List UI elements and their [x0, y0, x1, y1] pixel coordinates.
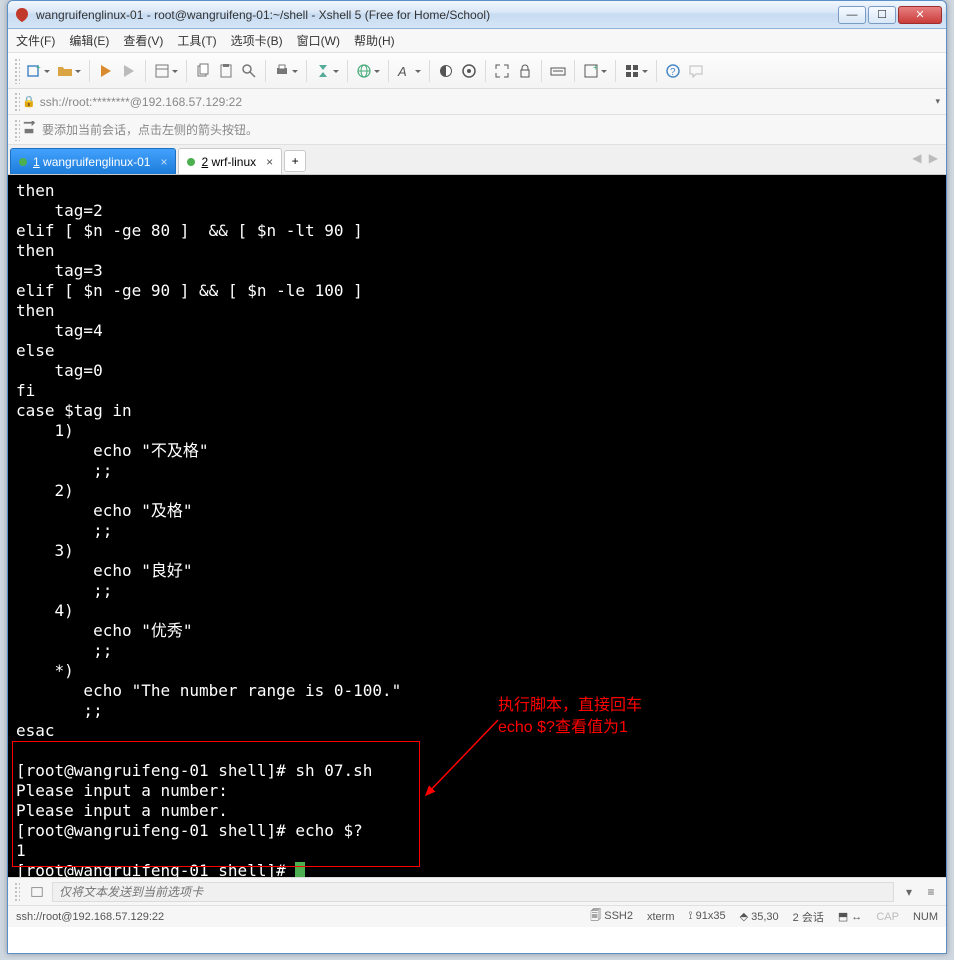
- hint-text: 要添加当前会话，点击左侧的箭头按钮。: [42, 121, 258, 138]
- menu-window[interactable]: 窗口(W): [297, 32, 340, 49]
- menu-edit[interactable]: 编辑(E): [69, 32, 109, 49]
- keyboard-button[interactable]: [547, 58, 569, 84]
- menu-help[interactable]: 帮助(H): [354, 32, 395, 49]
- status-size: ⟟ 91x35: [688, 910, 725, 923]
- input-grip[interactable]: [14, 882, 20, 902]
- tab-2[interactable]: 2 wrf-linux ×: [178, 148, 282, 174]
- dropdown-icon[interactable]: ▾: [935, 96, 940, 107]
- window-buttons: — ☐ ✕: [838, 6, 942, 24]
- app-window: wangruifenglinux-01 - root@wangruifeng-0…: [7, 0, 947, 954]
- new-session-button[interactable]: +: [23, 58, 53, 84]
- svg-text:A: A: [397, 64, 407, 79]
- status-connection: ssh://root@192.168.57.129:22: [16, 911, 576, 923]
- status-sessions: 2 会话: [793, 909, 824, 925]
- properties-button[interactable]: [151, 58, 181, 84]
- help-button[interactable]: ?: [662, 58, 684, 84]
- svg-text:+: +: [36, 63, 41, 72]
- find-button[interactable]: [238, 58, 260, 84]
- expand-icon[interactable]: ▾: [900, 883, 918, 901]
- layout-button[interactable]: +: [580, 58, 610, 84]
- print-button[interactable]: [271, 58, 301, 84]
- globe-button[interactable]: [353, 58, 383, 84]
- add-session-icon[interactable]: [22, 121, 36, 138]
- terminal[interactable]: then tag=2 elif [ $n -ge 80 ] && [ $n -l…: [8, 175, 946, 877]
- hintbar-grip[interactable]: [14, 119, 20, 141]
- hintbar: 要添加当前会话，点击左侧的箭头按钮。: [8, 115, 946, 145]
- window-title: wangruifenglinux-01 - root@wangruifeng-0…: [36, 8, 838, 22]
- statusbar: ssh://root@192.168.57.129:22 🗐 SSH2 xter…: [8, 905, 946, 927]
- close-icon[interactable]: ×: [160, 155, 167, 169]
- svg-text:?: ?: [670, 67, 676, 78]
- font-button[interactable]: A: [394, 58, 424, 84]
- settings-icon[interactable]: ≡: [922, 883, 940, 901]
- titlebar[interactable]: wangruifenglinux-01 - root@wangruifeng-0…: [8, 1, 946, 29]
- minimize-button[interactable]: —: [838, 6, 866, 24]
- open-button[interactable]: [54, 58, 84, 84]
- chat-button[interactable]: [685, 58, 707, 84]
- tab-1[interactable]: 1 wangruifenglinux-01 ×: [10, 148, 176, 174]
- annotation-text: 执行脚本，直接回车 echo $?查看值为1: [498, 695, 642, 739]
- copy-button[interactable]: [192, 58, 214, 84]
- lock-button[interactable]: [514, 58, 536, 84]
- toolbar-grip[interactable]: [14, 58, 20, 84]
- menu-file[interactable]: 文件(F): [16, 32, 55, 49]
- status-proto: 🗐 SSH2: [590, 907, 633, 926]
- annotation-arrow-icon: [418, 715, 508, 805]
- status-term: xterm: [647, 911, 675, 923]
- status-connections: ⬒ ↔: [838, 910, 862, 923]
- connection-url[interactable]: ssh://root:********@192.168.57.129:22: [40, 95, 936, 109]
- menubar: 文件(F) 编辑(E) 查看(V) 工具(T) 选项卡(B) 窗口(W) 帮助(…: [8, 29, 946, 53]
- status-cap: CAP: [876, 911, 899, 923]
- paste-button[interactable]: [215, 58, 237, 84]
- status-dot-icon: [19, 158, 27, 166]
- tab-label: wangruifenglinux-01: [43, 155, 150, 169]
- status-dot-icon: [187, 158, 195, 166]
- annotation-box: [12, 741, 420, 867]
- fullscreen-button[interactable]: [491, 58, 513, 84]
- disconnect-button[interactable]: [118, 58, 140, 84]
- menu-view[interactable]: 查看(V): [123, 32, 163, 49]
- svg-text:+: +: [593, 63, 598, 72]
- addressbar: 🔒 ssh://root:********@192.168.57.129:22 …: [8, 89, 946, 115]
- menu-tabs[interactable]: 选项卡(B): [231, 32, 283, 49]
- transfer-button[interactable]: [312, 58, 342, 84]
- reconnect-button[interactable]: [95, 58, 117, 84]
- tab-nav-arrows[interactable]: ◀ ▶: [912, 151, 940, 165]
- command-input[interactable]: [52, 882, 894, 902]
- tabstrip: 1 wangruifenglinux-01 × 2 wrf-linux × + …: [8, 145, 946, 175]
- send-target-icon[interactable]: [28, 883, 46, 901]
- close-button[interactable]: ✕: [898, 6, 942, 24]
- input-strip: ▾ ≡: [8, 877, 946, 905]
- maximize-button[interactable]: ☐: [868, 6, 896, 24]
- app-icon: [14, 7, 30, 23]
- add-tab-button[interactable]: +: [284, 150, 306, 172]
- menu-tools[interactable]: 工具(T): [177, 32, 216, 49]
- lock-icon: 🔒: [22, 95, 36, 108]
- status-pos: ⬘ 35,30: [740, 910, 779, 923]
- close-icon[interactable]: ×: [266, 155, 273, 169]
- toolbar: + A + ?: [8, 53, 946, 89]
- tile-button[interactable]: [621, 58, 651, 84]
- theme2-button[interactable]: [458, 58, 480, 84]
- addressbar-grip[interactable]: [14, 92, 20, 112]
- tab-label: wrf-linux: [211, 155, 256, 169]
- status-num: NUM: [913, 911, 938, 923]
- theme1-button[interactable]: [435, 58, 457, 84]
